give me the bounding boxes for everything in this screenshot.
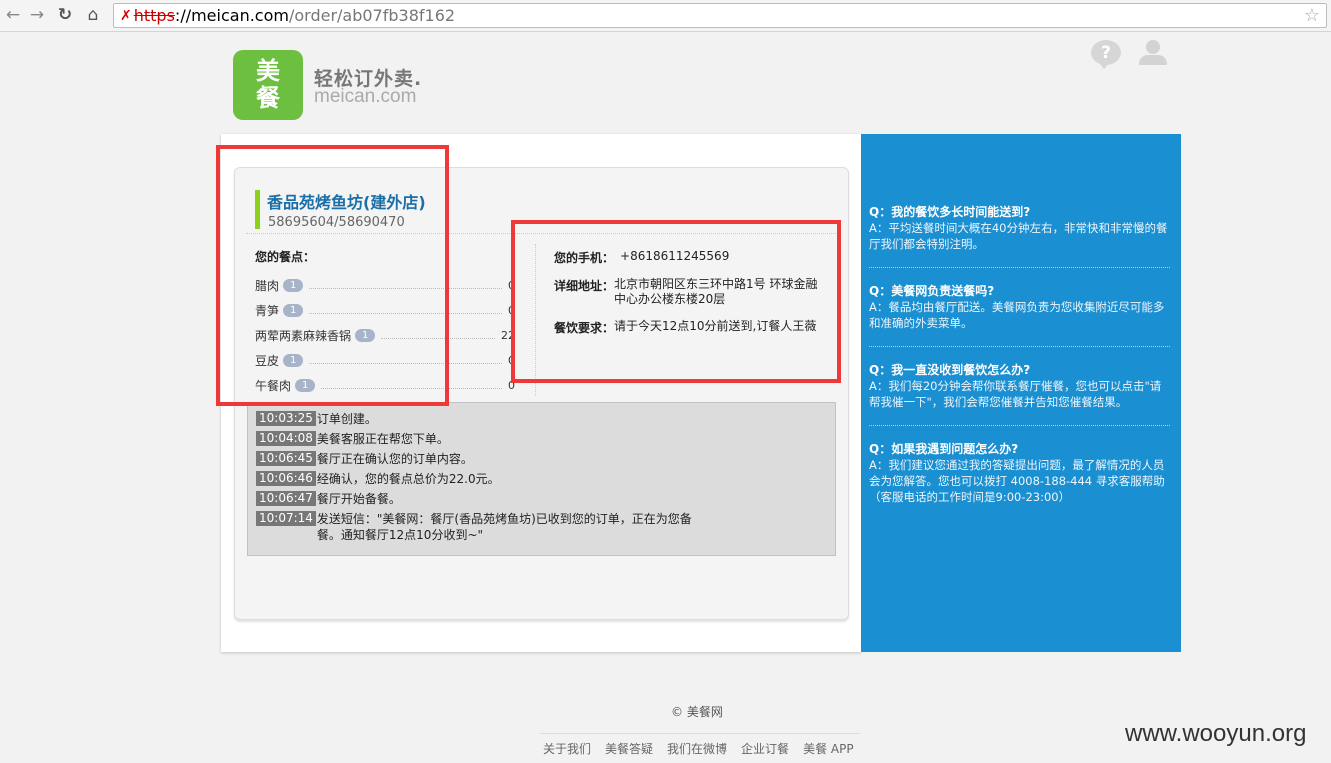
log-text: 美餐客服正在帮您下单。 bbox=[316, 432, 449, 446]
log-entry: 10:03:25 订单创建。 bbox=[256, 411, 692, 427]
faq-item: Q：我一直没收到餐饮怎么办? A：我们每20分钟会帮你联系餐厅催餐，您也可以点击… bbox=[869, 362, 1169, 410]
log-time: 10:03:25 bbox=[256, 411, 316, 426]
log-time: 10:06:45 bbox=[256, 451, 316, 466]
highlight-box-contact bbox=[511, 220, 841, 383]
footer-divider bbox=[540, 733, 860, 734]
forward-icon[interactable]: → bbox=[26, 4, 48, 26]
user-icon-head bbox=[1146, 40, 1160, 54]
footer-link-weibo[interactable]: 我们在微博 bbox=[667, 740, 727, 757]
faq-divider bbox=[869, 425, 1170, 426]
log-entry: 10:07:14 发送短信："美餐网：餐厅(香品苑烤鱼坊)已收到您的订单，正在为… bbox=[256, 511, 692, 543]
log-text: 经确认，您的餐点总价为22.0元。 bbox=[316, 472, 500, 486]
log-time: 10:04:08 bbox=[256, 431, 316, 446]
logo-char: 餐 bbox=[256, 84, 280, 112]
log-text: 订单创建。 bbox=[316, 412, 377, 426]
highlight-box-restaurant bbox=[216, 145, 449, 406]
logo-char: 美 bbox=[256, 57, 280, 85]
meican-logo[interactable]: 美 餐 bbox=[233, 50, 303, 120]
log-time: 10:06:46 bbox=[256, 471, 316, 486]
faq-item: Q：美餐网负责送餐吗? A：餐品均由餐厅配送。美餐网负责为您收集附近尽可能多和准… bbox=[869, 283, 1169, 331]
faq-question: Q：如果我遇到问题怎么办? bbox=[869, 442, 1019, 456]
log-text: 餐厅开始备餐。 bbox=[316, 492, 401, 506]
browser-toolbar: ← → ↻ ⌂ ✗ https ://meican.com /order/ab0… bbox=[0, 0, 1331, 32]
faq-question: Q：我的餐饮多长时间能送到? bbox=[869, 205, 1031, 219]
faq-answer: A：我们每20分钟会帮你联系餐厅催餐，您也可以点击"请帮我催一下"，我们会帮您催… bbox=[869, 379, 1162, 409]
watermark: www.wooyun.org bbox=[1125, 720, 1307, 747]
faq-answer: A：平均送餐时间大概在40分钟左右，非常快和非常慢的餐厅我们都会特别注明。 bbox=[869, 221, 1168, 251]
log-text: 餐厅正在确认您的订单内容。 bbox=[316, 452, 473, 466]
footer-link-enterprise[interactable]: 企业订餐 bbox=[741, 740, 789, 757]
url-path: /order/ab07fb38f162 bbox=[288, 6, 456, 25]
footer-link-app[interactable]: 美餐 APP bbox=[803, 740, 854, 757]
faq-item: Q：我的餐饮多长时间能送到? A：平均送餐时间大概在40分钟左右，非常快和非常慢… bbox=[869, 204, 1169, 252]
url-domain: ://meican.com bbox=[174, 6, 289, 25]
faq-divider bbox=[869, 346, 1170, 347]
faq-question: Q：美餐网负责送餐吗? bbox=[869, 284, 995, 298]
log-entry: 10:06:46 经确认，您的餐点总价为22.0元。 bbox=[256, 471, 692, 487]
footer-link-faq[interactable]: 美餐答疑 bbox=[605, 740, 653, 757]
footer-links: 关于我们 美餐答疑 我们在微博 企业订餐 美餐 APP bbox=[543, 740, 854, 757]
address-bar[interactable]: ✗ https ://meican.com /order/ab07fb38f16… bbox=[113, 3, 1327, 28]
user-icon[interactable] bbox=[1137, 40, 1169, 66]
user-icon-body bbox=[1139, 55, 1167, 65]
home-icon[interactable]: ⌂ bbox=[82, 4, 104, 26]
bookmark-star-icon[interactable]: ☆ bbox=[1304, 5, 1320, 26]
insecure-icon: ✗ bbox=[120, 7, 132, 24]
help-label: ? bbox=[1101, 42, 1111, 63]
log-text: 发送短信："美餐网：餐厅(香品苑烤鱼坊)已收到您的订单，正在为您备餐。通知餐厅1… bbox=[316, 512, 692, 542]
back-icon[interactable]: ← bbox=[2, 4, 24, 26]
log-time: 10:07:14 bbox=[256, 511, 316, 526]
faq-answer: A：餐品均由餐厅配送。美餐网负责为您收集附近尽可能多和准确的外卖菜单。 bbox=[869, 300, 1165, 330]
copyright: © 美餐网 bbox=[671, 705, 723, 719]
faq-question: Q：我一直没收到餐饮怎么办? bbox=[869, 363, 1031, 377]
faq-item: Q：如果我遇到问题怎么办? A：我们建议您通过我的答疑提出问题，最了解情况的人员… bbox=[869, 441, 1169, 505]
log-time: 10:06:47 bbox=[256, 491, 316, 506]
url-scheme: https bbox=[133, 6, 175, 25]
faq-divider bbox=[869, 267, 1170, 268]
faq-answer: A：我们建议您通过我的答疑提出问题，最了解情况的人员会为您解答。您也可以拨打 4… bbox=[869, 458, 1165, 504]
logo-domain: meican.com bbox=[314, 86, 417, 107]
help-icon[interactable]: ? bbox=[1091, 40, 1121, 69]
log-entry: 10:04:08 美餐客服正在帮您下单。 bbox=[256, 431, 692, 447]
footer-link-about[interactable]: 关于我们 bbox=[543, 740, 591, 757]
reload-icon[interactable]: ↻ bbox=[54, 4, 76, 26]
log-entry: 10:06:45 餐厅正在确认您的订单内容。 bbox=[256, 451, 692, 467]
log-entry: 10:06:47 餐厅开始备餐。 bbox=[256, 491, 692, 507]
